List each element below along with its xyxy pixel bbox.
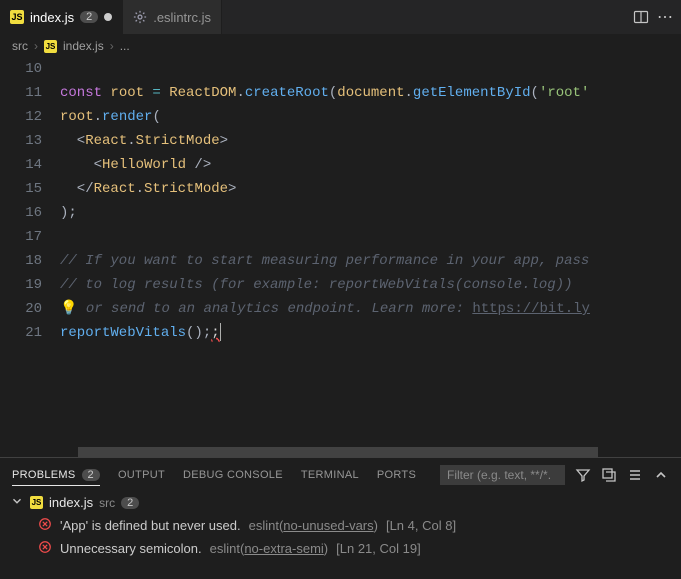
line-number: 19	[0, 273, 42, 297]
panel-tab-badge: 2	[82, 469, 100, 481]
problems-filter-input[interactable]	[440, 465, 565, 485]
panel-tab-label: PORTS	[377, 469, 416, 481]
problem-file-count: 2	[121, 497, 139, 509]
breadcrumb-file[interactable]: index.js	[63, 39, 104, 53]
bottom-panel: PROBLEMS 2 OUTPUT DEBUG CONSOLE TERMINAL…	[0, 457, 681, 579]
line-number: 15	[0, 177, 42, 201]
problem-rule: no-unused-vars	[283, 518, 373, 533]
panel-tabs: PROBLEMS 2 OUTPUT DEBUG CONSOLE TERMINAL…	[0, 458, 681, 491]
line-number: 12	[0, 105, 42, 129]
horizontal-scrollbar[interactable]	[0, 447, 681, 457]
collapse-all-icon[interactable]	[601, 467, 617, 483]
editor-tabs-bar: JS index.js 2 .eslintrc.js ⋯	[0, 0, 681, 35]
tab-eslintrc-js[interactable]: .eslintrc.js	[123, 0, 222, 34]
more-actions-icon[interactable]: ⋯	[657, 7, 673, 27]
tab-problem-badge: 2	[80, 11, 98, 23]
panel-tab-problems[interactable]: PROBLEMS 2	[12, 465, 100, 486]
panel-tab-label: TERMINAL	[301, 469, 359, 481]
js-file-icon: JS	[44, 40, 57, 53]
chevron-right-icon: ›	[110, 39, 114, 53]
problem-item[interactable]: Unnecessary semicolon. eslint(no-extra-s…	[0, 537, 681, 560]
panel-tab-label: DEBUG CONSOLE	[183, 469, 283, 481]
error-icon	[38, 540, 52, 557]
chevron-up-icon[interactable]	[653, 467, 669, 483]
config-file-icon	[133, 10, 147, 24]
panel-tab-debug-console[interactable]: DEBUG CONSOLE	[183, 465, 283, 485]
tab-label: index.js	[30, 10, 74, 25]
line-number: 21	[0, 321, 42, 345]
breadcrumb[interactable]: src › JS index.js › ...	[0, 35, 681, 57]
problem-file-row[interactable]: JS index.js src 2	[0, 491, 681, 514]
breadcrumb-folder[interactable]: src	[12, 39, 28, 53]
line-number: 16	[0, 201, 42, 225]
problem-file-path: src	[99, 496, 115, 510]
split-editor-icon[interactable]	[633, 9, 649, 25]
line-number: 13	[0, 129, 42, 153]
scrollbar-thumb[interactable]	[78, 447, 598, 457]
chevron-right-icon: ›	[34, 39, 38, 53]
code-line[interactable]	[60, 225, 681, 249]
problem-file-name: index.js	[49, 495, 93, 510]
problem-message: Unnecessary semicolon.	[60, 541, 202, 556]
js-file-icon: JS	[10, 10, 24, 24]
code-line[interactable]: <HelloWorld />	[60, 153, 681, 177]
panel-tab-ports[interactable]: PORTS	[377, 465, 416, 485]
tab-index-js[interactable]: JS index.js 2	[0, 0, 123, 34]
filter-icon[interactable]	[575, 467, 591, 483]
code-line[interactable]: const root = ReactDOM.createRoot(documen…	[60, 81, 681, 105]
text-cursor	[220, 323, 221, 341]
dirty-indicator-icon	[104, 13, 112, 21]
panel-tab-label: PROBLEMS	[12, 469, 76, 481]
line-number-gutter: 101112131415161718192021	[0, 57, 60, 447]
code-line[interactable]: 💡 or send to an analytics endpoint. Lear…	[60, 297, 681, 321]
problem-location: [Ln 21, Col 19]	[336, 541, 421, 556]
code-line[interactable]	[60, 57, 681, 81]
line-number: 14	[0, 153, 42, 177]
code-content[interactable]: const root = ReactDOM.createRoot(documen…	[60, 57, 681, 447]
code-line[interactable]: root.render(	[60, 105, 681, 129]
line-number: 18	[0, 249, 42, 273]
code-editor[interactable]: 101112131415161718192021 const root = Re…	[0, 57, 681, 447]
panel-tab-output[interactable]: OUTPUT	[118, 465, 165, 485]
problems-list: JS index.js src 2 'App' is defined but n…	[0, 491, 681, 579]
view-as-list-icon[interactable]	[627, 467, 643, 483]
js-file-icon: JS	[30, 496, 43, 509]
panel-actions	[440, 465, 669, 485]
code-line[interactable]: // If you want to start measuring perfor…	[60, 249, 681, 273]
problem-item[interactable]: 'App' is defined but never used. eslint(…	[0, 514, 681, 537]
problem-rule: no-extra-semi	[244, 541, 323, 556]
chevron-down-icon[interactable]	[10, 494, 24, 511]
breadcrumb-trail[interactable]: ...	[120, 39, 130, 53]
panel-tab-label: OUTPUT	[118, 469, 165, 481]
problem-message: 'App' is defined but never used.	[60, 518, 241, 533]
line-number: 11	[0, 81, 42, 105]
tab-label: .eslintrc.js	[153, 10, 211, 25]
problem-source: eslint(no-unused-vars)	[249, 518, 378, 533]
editor-actions: ⋯	[625, 0, 681, 34]
problem-source: eslint(no-extra-semi)	[210, 541, 329, 556]
code-line[interactable]: <React.StrictMode>	[60, 129, 681, 153]
code-line[interactable]: reportWebVitals();;	[60, 321, 681, 345]
code-line[interactable]: );	[60, 201, 681, 225]
line-number: 17	[0, 225, 42, 249]
problem-location: [Ln 4, Col 8]	[386, 518, 456, 533]
line-number: 10	[0, 57, 42, 81]
code-line[interactable]: // to log results (for example: reportWe…	[60, 273, 681, 297]
line-number: 20	[0, 297, 42, 321]
error-icon	[38, 517, 52, 534]
panel-tab-terminal[interactable]: TERMINAL	[301, 465, 359, 485]
code-line[interactable]: </React.StrictMode>	[60, 177, 681, 201]
